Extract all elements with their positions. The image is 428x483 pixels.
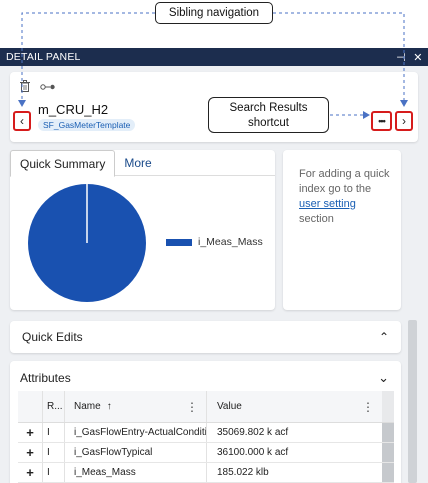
detail-panel-header: DETAIL PANEL ⊣ ✕ bbox=[0, 48, 428, 66]
value-header-label: Value bbox=[217, 401, 242, 412]
search-results-button[interactable]: ••• bbox=[371, 111, 392, 131]
expand-row-icon[interactable]: + bbox=[18, 465, 42, 480]
previous-sibling-button[interactable]: ‹ bbox=[13, 111, 31, 131]
attributes-grid: R... Name ↑ ⋮ Value ⋮ + I i_GasFlowEntry… bbox=[18, 391, 394, 483]
summary-tabs: Quick Summary More bbox=[10, 150, 275, 177]
cell-value[interactable]: 35069.802 k acf bbox=[206, 423, 382, 442]
cell-name[interactable]: i_GasFlowEntry-ActualConditio... bbox=[64, 423, 206, 442]
annotation-area: Sibling navigation bbox=[0, 0, 428, 48]
entity-name: m_CRU_H2 bbox=[38, 102, 109, 117]
info-text-after: section bbox=[299, 213, 334, 225]
expand-row-icon[interactable]: + bbox=[18, 425, 42, 440]
pin-icon[interactable]: ⊣ bbox=[394, 50, 408, 64]
close-icon[interactable]: ✕ bbox=[411, 50, 425, 64]
trash-icon[interactable] bbox=[20, 80, 30, 95]
name-column-menu-icon[interactable]: ⋮ bbox=[186, 400, 198, 414]
attributes-header[interactable]: Attributes ⌄ bbox=[20, 370, 389, 386]
attributes-label: Attributes bbox=[20, 371, 71, 385]
quick-index-info-card: For adding a quick index go to the user … bbox=[283, 150, 401, 310]
summary-card: Quick Summary More i_Meas_Mass bbox=[10, 150, 275, 310]
chevron-left-icon: ‹ bbox=[20, 114, 24, 128]
info-text-before: For adding a quick index go to the bbox=[299, 168, 390, 195]
table-row: + I i_GasFlowTypical 36100.000 k acf bbox=[18, 443, 394, 463]
next-sibling-button[interactable]: › bbox=[395, 111, 413, 131]
grid-scrollbar[interactable] bbox=[382, 463, 394, 482]
column-header-name[interactable]: Name ↑ ⋮ bbox=[64, 391, 206, 422]
relations-icon[interactable] bbox=[40, 82, 56, 94]
chart-legend: i_Meas_Mass bbox=[166, 236, 263, 248]
grid-scrollbar[interactable] bbox=[382, 423, 394, 442]
column-header-r[interactable]: R... bbox=[42, 391, 64, 422]
template-badge[interactable]: SF_GasMeterTemplate bbox=[38, 119, 136, 131]
cell-value[interactable]: 36100.000 k acf bbox=[206, 443, 382, 462]
cell-name[interactable]: i_Meas_Mass bbox=[64, 463, 206, 482]
cell-r: I bbox=[42, 423, 64, 442]
legend-label: i_Meas_Mass bbox=[198, 236, 263, 248]
chevron-right-icon: › bbox=[402, 114, 406, 128]
panel-title: DETAIL PANEL bbox=[6, 51, 81, 63]
table-row: + I i_GasFlowEntry-ActualConditio... 350… bbox=[18, 423, 394, 443]
entity-toolbar bbox=[20, 80, 56, 95]
attributes-section: Attributes ⌄ R... Name ↑ ⋮ Value ⋮ + I i… bbox=[10, 361, 401, 483]
cell-name[interactable]: i_GasFlowTypical bbox=[64, 443, 206, 462]
tab-more[interactable]: More bbox=[115, 150, 160, 175]
sort-ascending-icon[interactable]: ↑ bbox=[107, 401, 112, 412]
sibling-navigation-callout-text: Sibling navigation bbox=[168, 7, 260, 19]
chevron-down-icon[interactable]: ⌄ bbox=[378, 370, 389, 386]
search-results-callout-line2: shortcut bbox=[248, 117, 289, 129]
search-results-callout: Search Results shortcut bbox=[208, 97, 329, 133]
pie-chart bbox=[28, 184, 146, 302]
grid-scrollbar-track[interactable] bbox=[382, 391, 394, 422]
legend-swatch bbox=[166, 238, 192, 246]
more-icon: ••• bbox=[378, 116, 386, 126]
table-row: + I i_Meas_Mass 185.022 klb bbox=[18, 463, 394, 483]
tab-quick-summary[interactable]: Quick Summary bbox=[10, 150, 116, 177]
expand-row-icon[interactable]: + bbox=[18, 445, 42, 460]
column-header-value[interactable]: Value ⋮ bbox=[206, 391, 382, 422]
grid-header-row: R... Name ↑ ⋮ Value ⋮ bbox=[18, 391, 394, 423]
user-setting-link[interactable]: user setting bbox=[299, 198, 356, 210]
name-header-label: Name bbox=[74, 401, 101, 412]
cell-r: I bbox=[42, 443, 64, 462]
panel-scrollbar[interactable] bbox=[408, 320, 417, 483]
quick-edits-section[interactable]: Quick Edits ⌃ bbox=[10, 321, 401, 353]
cell-value[interactable]: 185.022 klb bbox=[206, 463, 382, 482]
value-column-menu-icon[interactable]: ⋮ bbox=[362, 400, 374, 414]
grid-scrollbar[interactable] bbox=[382, 443, 394, 462]
cell-r: I bbox=[42, 463, 64, 482]
sibling-navigation-callout: Sibling navigation bbox=[155, 2, 273, 24]
quick-edits-label: Quick Edits bbox=[22, 330, 83, 344]
search-results-callout-line1: Search Results bbox=[229, 102, 308, 114]
chevron-up-icon[interactable]: ⌃ bbox=[379, 330, 389, 344]
